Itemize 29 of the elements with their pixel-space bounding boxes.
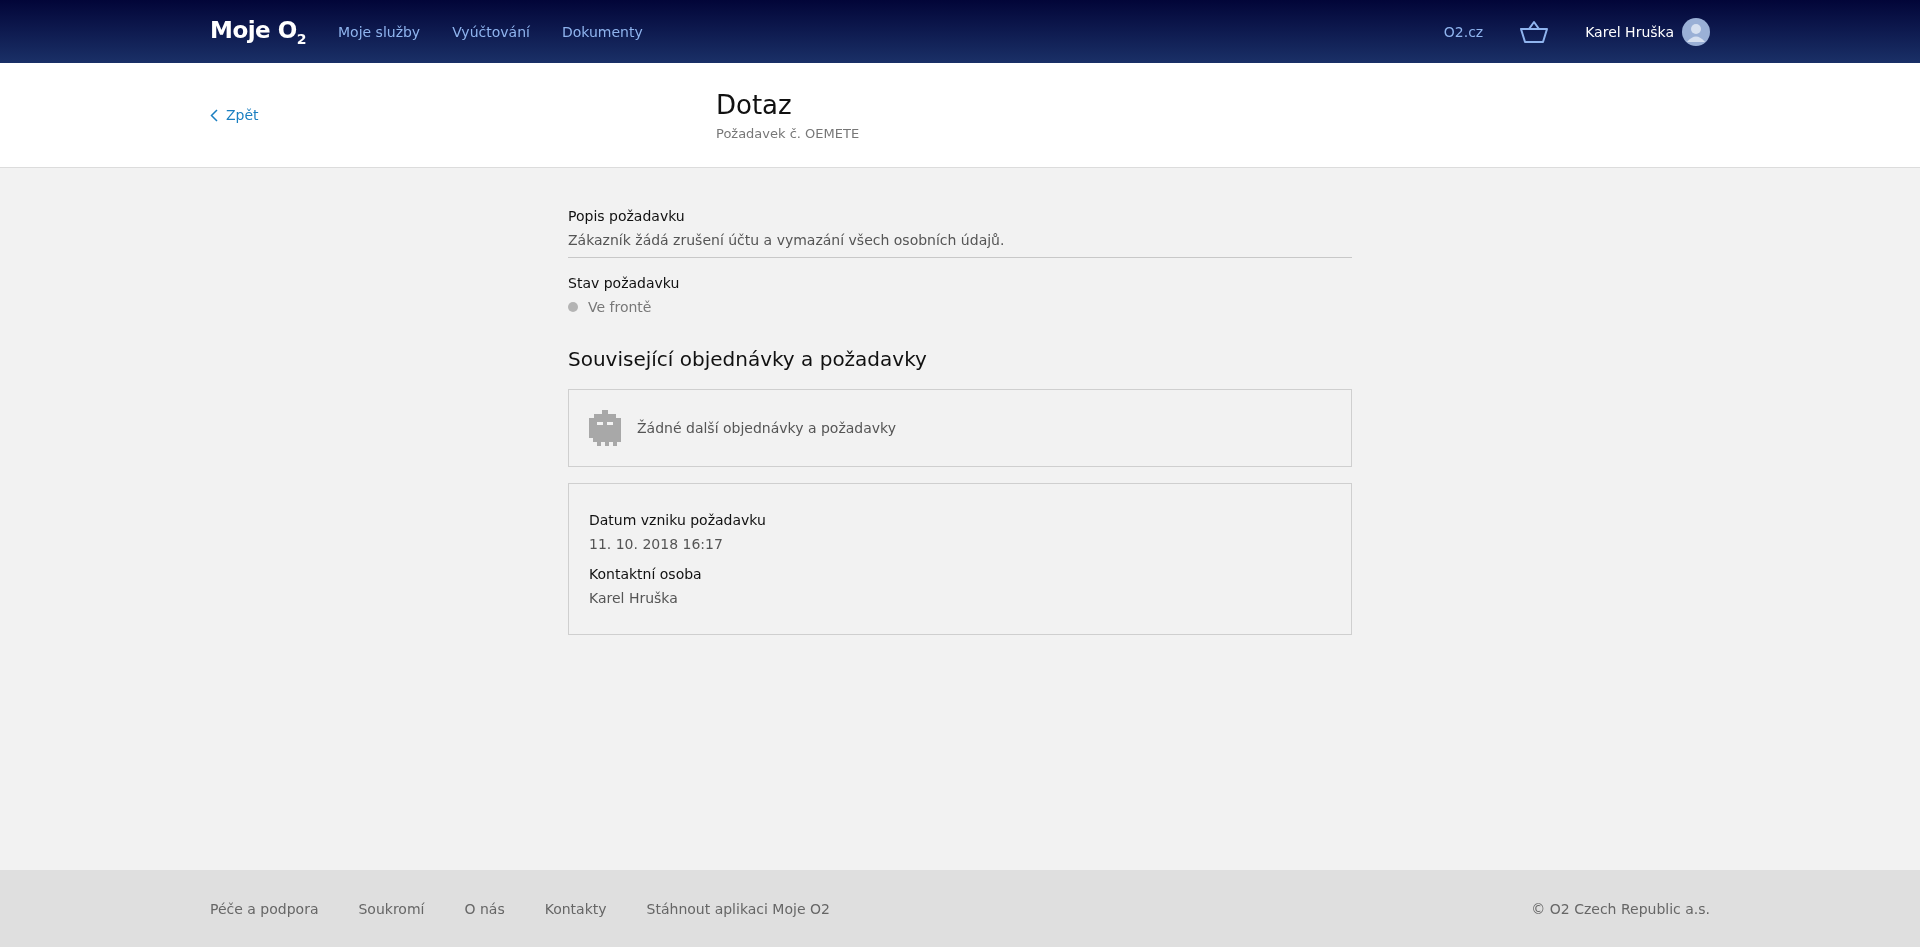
copyright: © O2 Czech Republic a.s. [1531, 900, 1710, 917]
field-label: Stav požadavku [568, 275, 681, 291]
footer-link[interactable]: Soukromí [358, 900, 425, 917]
field-label: Datum vzniku požadavku [589, 512, 767, 528]
field-label: Popis požadavku [568, 208, 686, 224]
robot-icon [589, 410, 621, 446]
footer-link[interactable]: O nás [464, 900, 505, 917]
site-link[interactable]: O2.cz [1443, 23, 1484, 40]
footer-link[interactable]: Péče a podpora [210, 900, 319, 917]
page-title: Dotaz [716, 89, 793, 120]
back-link[interactable]: Zpět [210, 107, 716, 123]
user-name[interactable]: Karel Hruška [1585, 23, 1674, 40]
status-value: Ve frontě [588, 299, 652, 315]
basket-icon[interactable] [1519, 19, 1550, 44]
field-value: Karel Hruška [589, 590, 679, 606]
footer-link[interactable]: Stáhnout aplikaci Moje O2 [646, 900, 830, 917]
empty-message: Žádné další objednávky a požadavky [637, 420, 896, 436]
logo[interactable]: Moje O$_{2}$ [210, 16, 306, 47]
field-value: 11. 10. 2018 16:17 [589, 536, 724, 552]
section-heading: Související objednávky a požadavky [568, 347, 928, 371]
nav-link[interactable]: Dokumenty [561, 23, 643, 40]
avatar-icon[interactable] [1682, 17, 1710, 46]
field-value: Zákazník žádá zrušení účtu a vymazání všech osobních údajů. [568, 232, 1006, 248]
request-number: Požadavek č. OEMETE [716, 125, 860, 141]
nav-link[interactable]: Vyúčtování [452, 23, 530, 40]
chevron-left-icon [210, 108, 218, 122]
field-label: Kontaktní osoba [589, 566, 703, 582]
footer-link[interactable]: Kontakty [544, 900, 607, 917]
nav-link[interactable]: Moje služby [338, 23, 421, 40]
